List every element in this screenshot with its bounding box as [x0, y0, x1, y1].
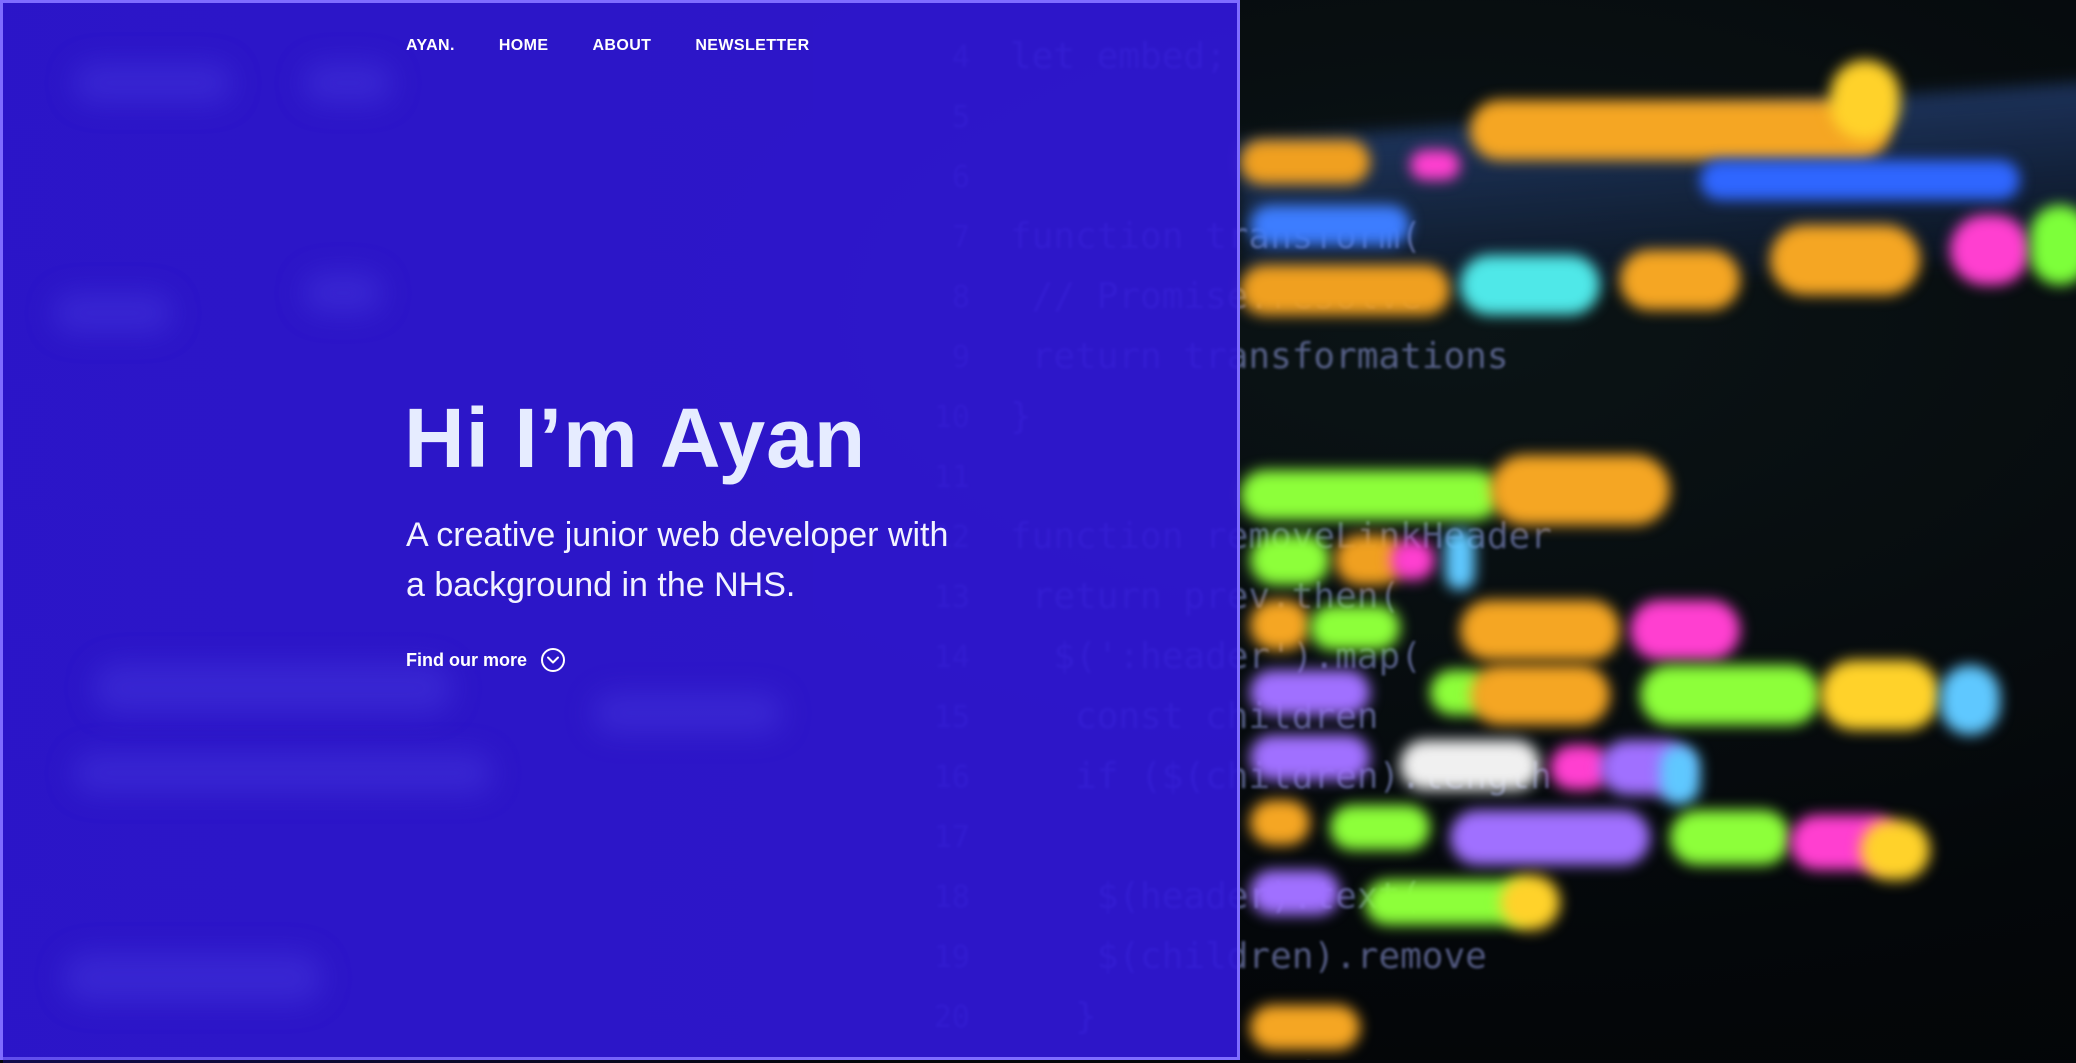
nav-link-home[interactable]: HOME	[499, 37, 549, 55]
ghost-blur	[73, 753, 493, 793]
hero-subtitle: A creative junior web developer with a b…	[406, 516, 949, 604]
nav-link-newsletter[interactable]: NEWSLETTER	[695, 37, 809, 55]
hero-title: Hi I’m Ayan	[404, 391, 867, 485]
top-navigation: Ayan. HOME ABOUT NEWSLETTER	[406, 26, 854, 66]
cta-label: Find our more	[406, 649, 527, 670]
ghost-blur	[53, 293, 173, 333]
site-logo[interactable]: Ayan.	[406, 37, 455, 55]
nav-link-about[interactable]: ABOUT	[592, 37, 651, 55]
ghost-blur	[593, 693, 783, 733]
ghost-blur	[303, 273, 383, 313]
ghost-blur	[63, 953, 323, 1003]
ghost-blur	[93, 663, 453, 713]
chevron-down-circle-icon[interactable]	[541, 648, 565, 672]
ghost-blur	[303, 63, 393, 103]
find-out-more-link[interactable]: Find our more	[406, 648, 565, 672]
ghost-blur	[73, 63, 233, 103]
